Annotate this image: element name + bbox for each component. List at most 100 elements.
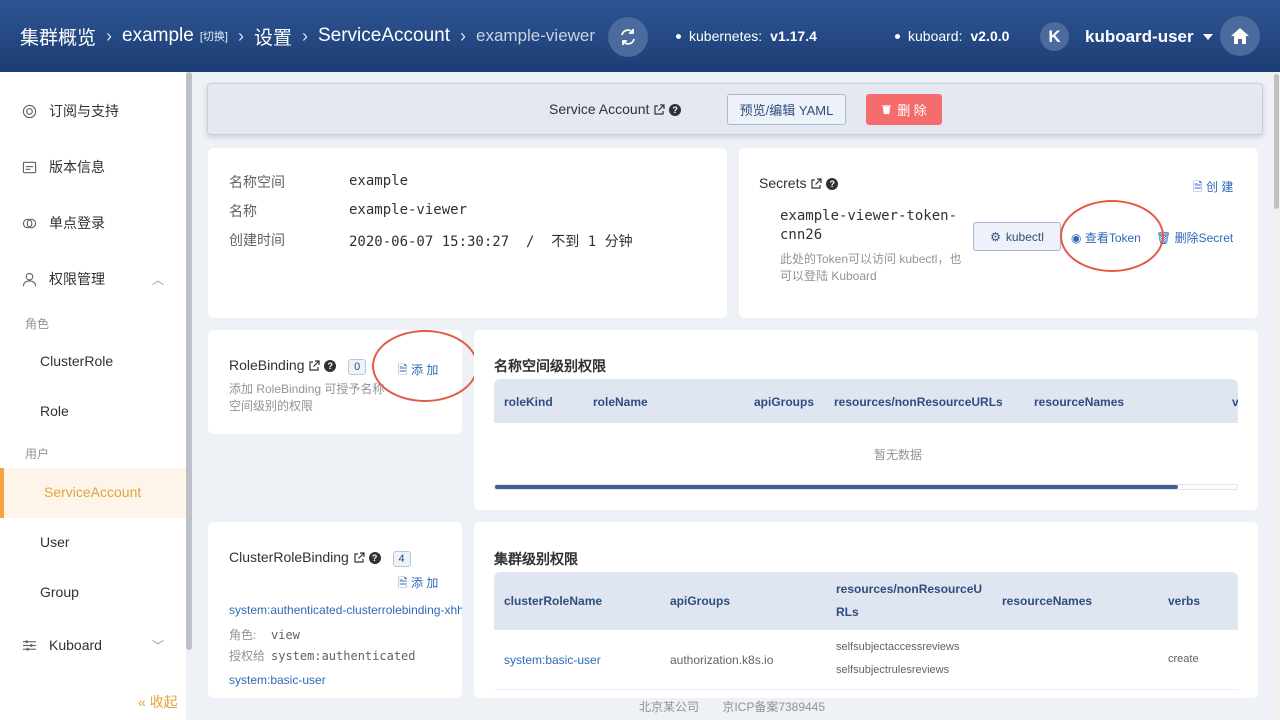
external-link-icon[interactable] [353,552,365,564]
chevron-right-icon: › [301,25,308,46]
sidebar-item-label: ServiceAccount [44,484,142,500]
sidebar-item-label: 权限管理 [49,271,105,287]
chevron-right-icon: › [237,25,244,46]
footer-icp[interactable]: 京ICP备案7389445 [722,700,825,714]
kubectl-label: kubectl [1005,229,1044,244]
help-icon[interactable]: ? [669,104,682,117]
external-link-icon[interactable] [653,104,665,116]
home-icon [1231,28,1249,44]
help-icon[interactable]: ? [324,360,337,373]
clusterrolebinding-count-badge: 4 [392,551,411,567]
col-rolekind: roleKind [504,395,553,409]
clusterrolebinding-card: ClusterRoleBinding ? 4 🗎 添 加 system:auth… [208,522,462,698]
bullet-icon [895,33,900,39]
toolbar-title: Service Account ? [549,101,682,117]
token-name-line2: cnn26 [780,227,823,243]
breadcrumb-cluster[interactable]: 集群概览 [20,23,96,50]
footer-company: 北京某公司 [638,700,699,714]
secrets-title-text: Secrets [759,175,807,191]
delete-secret-label: 删除Secret [1174,231,1234,245]
page-scrollbar[interactable] [1273,72,1280,720]
create-label: 创 建 [1206,180,1234,194]
col-clusterrolename: clusterRoleName [504,594,603,608]
cell-resource: selfsubjectrulesreviews [836,664,950,676]
clusterrolebinding-title-text: ClusterRoleBinding [229,549,349,565]
username: kuboard-user [1085,26,1194,46]
home-button[interactable] [1220,16,1260,56]
gear-icon: ⚙ [990,229,1001,244]
kubernetes-version: kubernetes: v1.17.4 [676,28,817,44]
col-rolename: roleName [593,395,648,409]
namespace-permissions-title: 名称空间级别权限 [494,358,606,374]
namespace-label: 名称空间 [229,174,285,190]
breadcrumb-namespace[interactable]: example [122,25,194,47]
sidebar-item-user[interactable]: User [40,534,70,550]
refresh-button[interactable] [608,17,648,57]
secrets-title: Secrets ? [759,175,839,191]
delete-button[interactable]: 删 除 [866,94,942,125]
kubectl-button[interactable]: ⚙ kubectl [973,222,1061,251]
clusterrolebinding-link[interactable]: system:authenticated-clusterrolebinding-… [229,603,462,617]
col-resourcenames: resourceNames [1002,594,1093,608]
switch-namespace-link[interactable]: [切换] [200,28,228,44]
sidebar-scrollbar[interactable] [186,72,192,650]
clusterrolebinding-link[interactable]: system:basic-user [229,673,326,687]
token-name-line1: example-viewer-token- [780,208,958,224]
breadcrumb-current: example-viewer [476,26,596,45]
clusterrole-link[interactable]: system:basic-user [504,653,601,667]
sso-icon [22,218,37,228]
collapse-sidebar-button[interactable]: « 收起 [138,692,178,712]
sidebar-item-subscription[interactable]: 订阅与支持 [22,101,119,121]
rolebinding-count-badge: 0 [348,359,367,375]
col-apigroups: apiGroups [670,594,731,608]
sidebar-item-version[interactable]: 版本信息 [22,157,105,177]
external-link-icon[interactable] [810,178,822,190]
caret-down-icon [1202,33,1213,40]
sidebar-item-label: Kuboard [49,637,102,653]
user-menu[interactable]: K kuboard-user [1040,22,1213,51]
footer: 北京某公司 京ICP备案7389445 [192,698,1272,715]
breadcrumb-serviceaccount[interactable]: ServiceAccount [318,25,450,47]
kuboard-version: kuboard: v2.0.0 [895,28,1009,44]
delete-secret-button[interactable]: 🗑 删除Secret [1156,229,1233,246]
sidebar: 订阅与支持 版本信息 单点登录 权限管理 ︿ 角色 ClusterRole Ro… [0,72,186,720]
secrets-card: Secrets ? 🗎 创 建 example-viewer-token- cn… [739,148,1258,318]
help-icon[interactable]: ? [368,552,381,565]
breadcrumb-settings[interactable]: 设置 [254,23,292,50]
add-clusterrolebinding-button[interactable]: 🗎 添 加 [398,574,438,595]
chevron-right-icon: › [460,25,466,46]
sidebar-item-kuboard[interactable]: Kuboard ﹀ [22,637,172,653]
sidebar-item-label: 单点登录 [49,215,105,231]
double-chevron-left-icon: « [138,694,146,710]
horizontal-scrollbar[interactable] [494,484,1238,490]
kubernetes-version-value: v1.17.4 [770,28,817,44]
sidebar-item-role[interactable]: Role [40,403,69,419]
sliders-icon [22,639,37,651]
breadcrumb: 集群概览 › example [切换] › 设置 › ServiceAccoun… [0,0,595,72]
chevron-up-icon: ︿ [152,272,165,287]
sidebar-item-group[interactable]: Group [40,584,79,600]
refresh-icon [621,29,635,45]
col-resources: resources/nonResourceURLs [834,395,1003,409]
namespace-permissions-card: 名称空间级别权限 roleKind roleName apiGroups res… [474,330,1258,510]
scrollbar-thumb[interactable] [495,485,1178,489]
sidebar-item-serviceaccount[interactable]: ServiceAccount [0,468,186,518]
col-resources-cont: RLs [836,605,859,619]
col-verbs: v [1232,395,1238,409]
sidebar-item-clusterrole[interactable]: ClusterRole [40,353,113,369]
col-resourcenames: resourceNames [1034,395,1125,409]
scrollbar-thumb[interactable] [1274,74,1279,209]
file-add-icon: 🗎 [398,576,408,590]
sidebar-item-permissions[interactable]: 权限管理 ︿ [22,269,172,289]
help-icon[interactable]: ? [826,178,839,191]
namespace-permissions-header: roleKind roleName apiGroups resources/no… [494,379,1238,423]
create-secret-button[interactable]: 🗎 创 建 [1193,178,1233,199]
cell-verbs: create [1168,653,1199,665]
grant-value: system:authenticated [271,649,416,663]
sidebar-item-sso[interactable]: 单点登录 [22,213,105,233]
annotation-circle [372,330,478,402]
annotation-circle [1060,200,1164,272]
preview-yaml-button[interactable]: 预览/编辑 YAML [727,94,846,125]
add-label: 添 加 [411,576,439,590]
external-link-icon[interactable] [308,360,320,372]
